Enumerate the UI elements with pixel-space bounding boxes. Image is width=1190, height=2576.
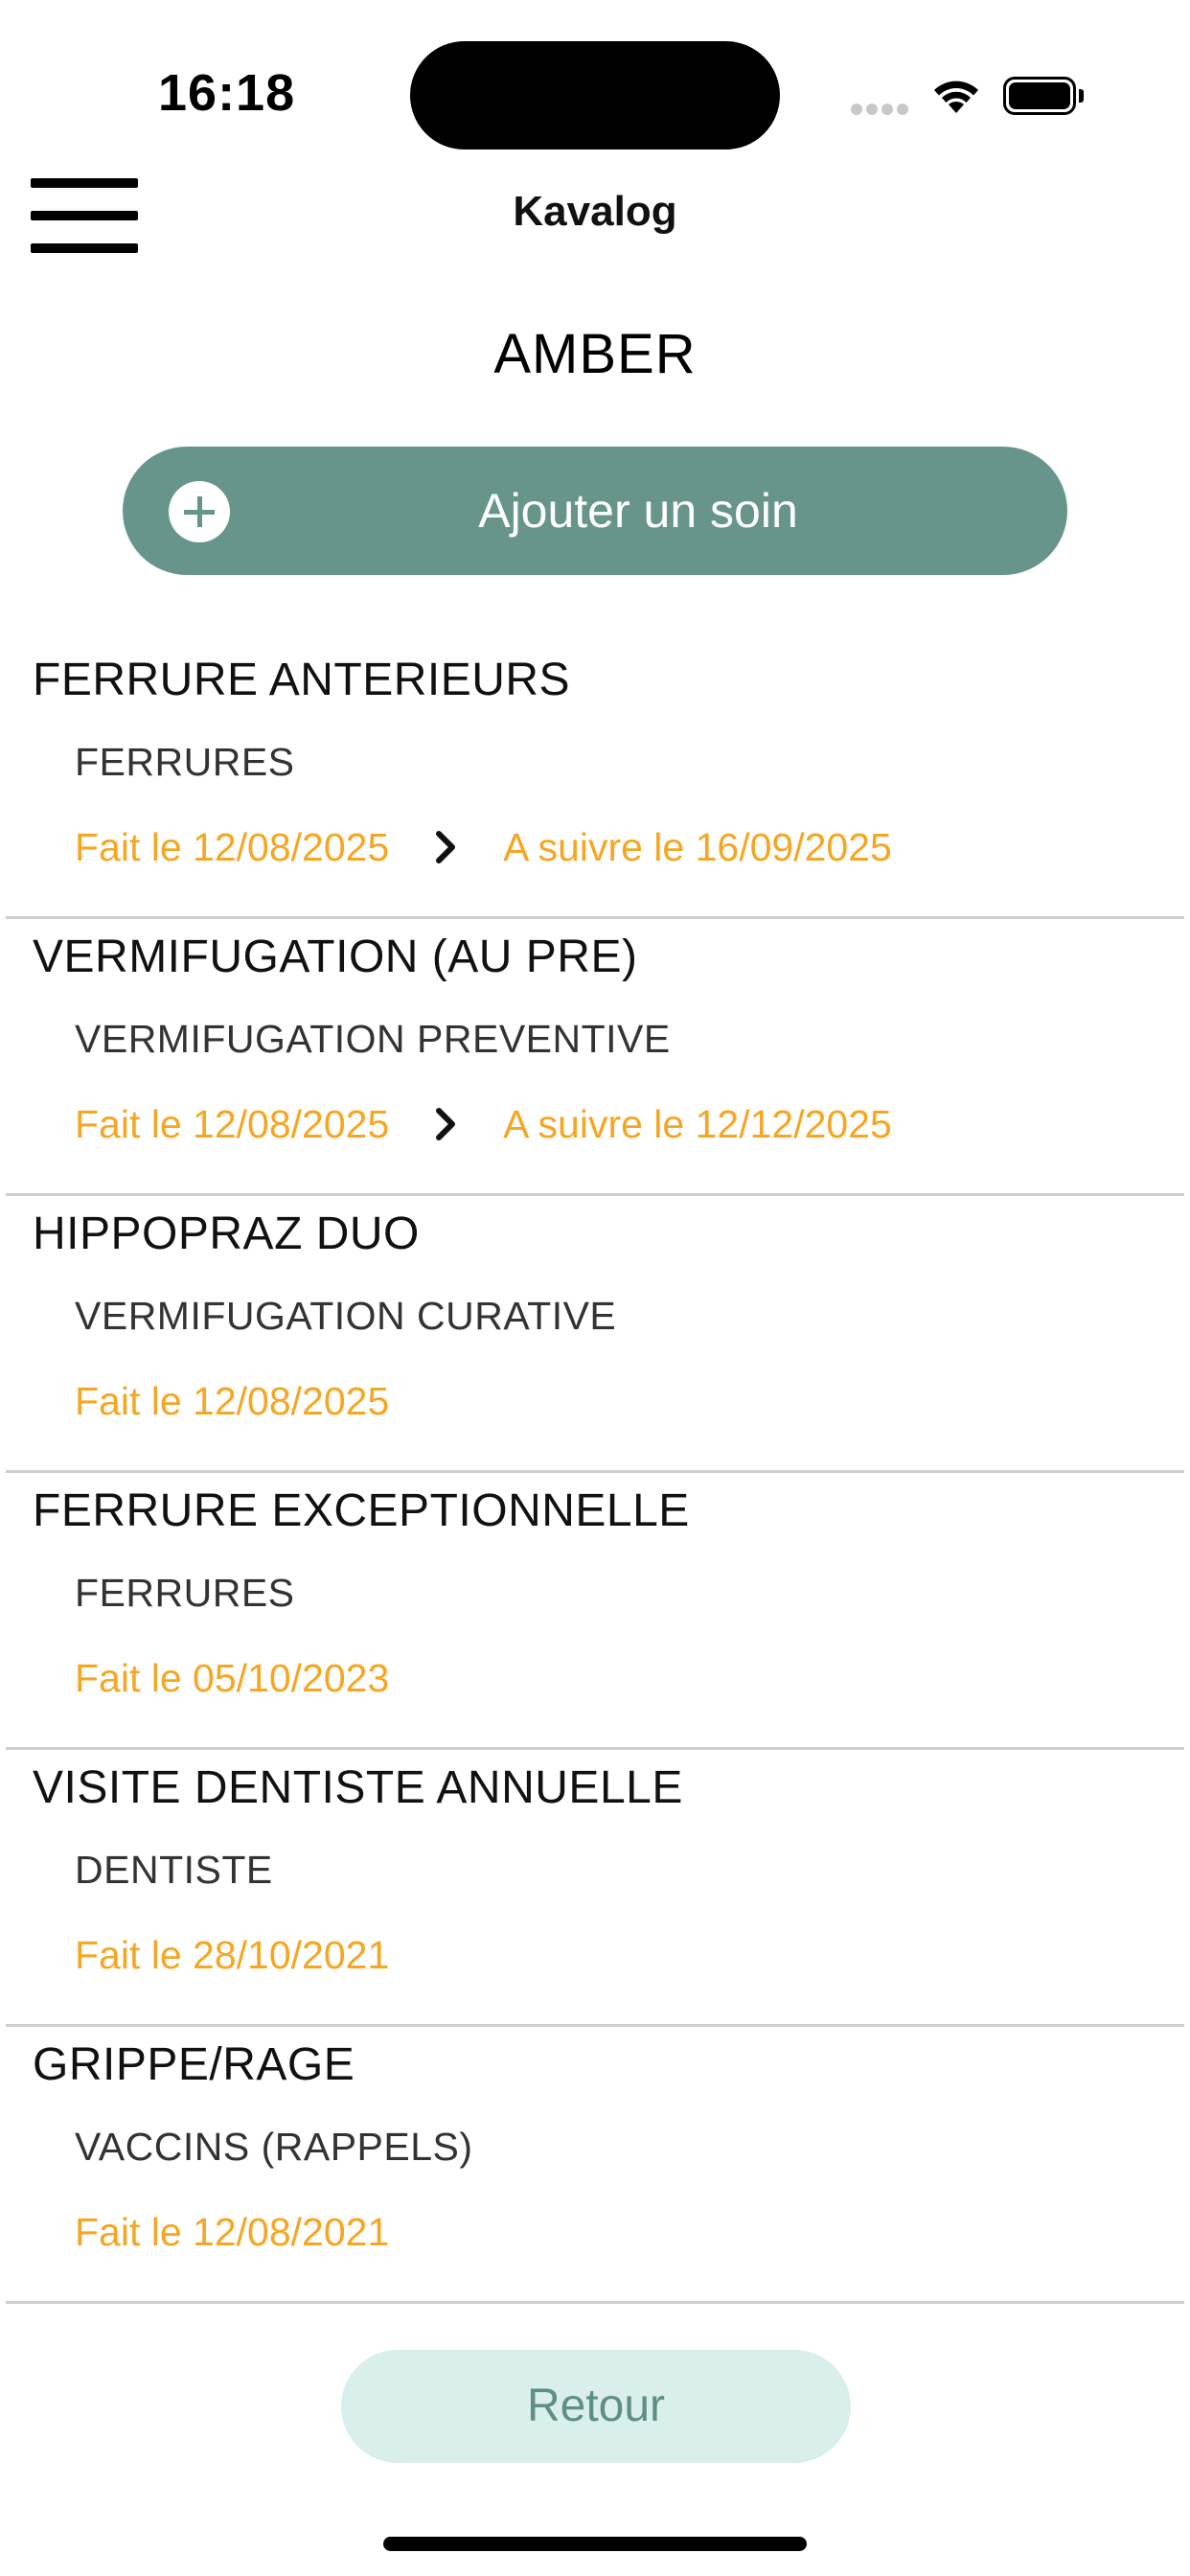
chevron-right-icon (427, 1105, 466, 1143)
care-name: VERMIFUGATION (AU PRE) (33, 932, 638, 982)
dynamic-island (410, 41, 780, 150)
list-item[interactable]: HIPPOPRAZ DUO VERMIFUGATION CURATIVE Fai… (6, 1196, 1184, 1473)
battery-icon (1003, 77, 1084, 115)
done-date: Fait le 12/08/2025 (75, 1378, 390, 1423)
care-name: FERRURE EXCEPTIONNELLE (33, 1485, 690, 1536)
care-dates: Fait le 12/08/2025 A suivre le 16/09/202… (75, 822, 892, 880)
status-bar: 16:18 (0, 0, 1190, 163)
app-title: Kavalog (513, 188, 677, 235)
care-dates: Fait le 12/08/2021 (75, 2207, 389, 2265)
care-dates: Fait le 12/08/2025 A suivre le 12/12/202… (75, 1099, 892, 1157)
done-date: Fait le 12/08/2021 (75, 2209, 390, 2254)
care-dates: Fait le 05/10/2023 (75, 1653, 389, 1711)
wifi-icon (929, 75, 983, 115)
horse-name: AMBER (493, 323, 697, 385)
care-dates: Fait le 28/10/2021 (75, 1930, 389, 1988)
list-item[interactable]: VISITE DENTISTE ANNUELLE DENTISTE Fait l… (6, 1750, 1184, 2027)
care-dates: Fait le 12/08/2025 (75, 1376, 389, 1434)
next-date: A suivre le 16/09/2025 (503, 824, 892, 869)
home-indicator[interactable] (383, 2537, 807, 2551)
care-name: GRIPPE/RAGE (33, 2039, 355, 2090)
care-category: VACCINS (RAPPELS) (75, 2125, 473, 2169)
back-button[interactable]: Retour (341, 2350, 851, 2463)
done-date: Fait le 28/10/2021 (75, 1932, 390, 1977)
chevron-right-icon (427, 828, 466, 866)
next-date: A suivre le 12/12/2025 (503, 1101, 892, 1146)
care-name: FERRURE ANTERIEURS (33, 655, 571, 705)
add-care-button[interactable]: Ajouter un soin (123, 447, 1067, 575)
done-date: Fait le 12/08/2025 (75, 824, 390, 869)
signal-icon (851, 104, 910, 117)
care-category: DENTISTE (75, 1848, 273, 1892)
care-list: FERRURE ANTERIEURS FERRURES Fait le 12/0… (0, 642, 1190, 2304)
care-name: HIPPOPRAZ DUO (33, 1208, 420, 1259)
care-category: VERMIFUGATION CURATIVE (75, 1294, 617, 1338)
list-item[interactable]: FERRURE EXCEPTIONNELLE FERRURES Fait le … (6, 1473, 1184, 1750)
care-category: FERRURES (75, 740, 295, 784)
status-time: 16:18 (158, 64, 296, 122)
care-name: VISITE DENTISTE ANNUELLE (33, 1762, 683, 1813)
list-item[interactable]: FERRURE ANTERIEURS FERRURES Fait le 12/0… (6, 642, 1184, 919)
care-category: VERMIFUGATION PREVENTIVE (75, 1017, 671, 1061)
care-category: FERRURES (75, 1571, 295, 1615)
list-item[interactable]: GRIPPE/RAGE VACCINS (RAPPELS) Fait le 12… (6, 2027, 1184, 2304)
list-item[interactable]: VERMIFUGATION (AU PRE) VERMIFUGATION PRE… (6, 919, 1184, 1196)
plus-circle-icon (169, 481, 230, 542)
add-care-label: Ajouter un soin (478, 484, 798, 538)
done-date: Fait le 05/10/2023 (75, 1655, 390, 1700)
done-date: Fait le 12/08/2025 (75, 1101, 390, 1146)
